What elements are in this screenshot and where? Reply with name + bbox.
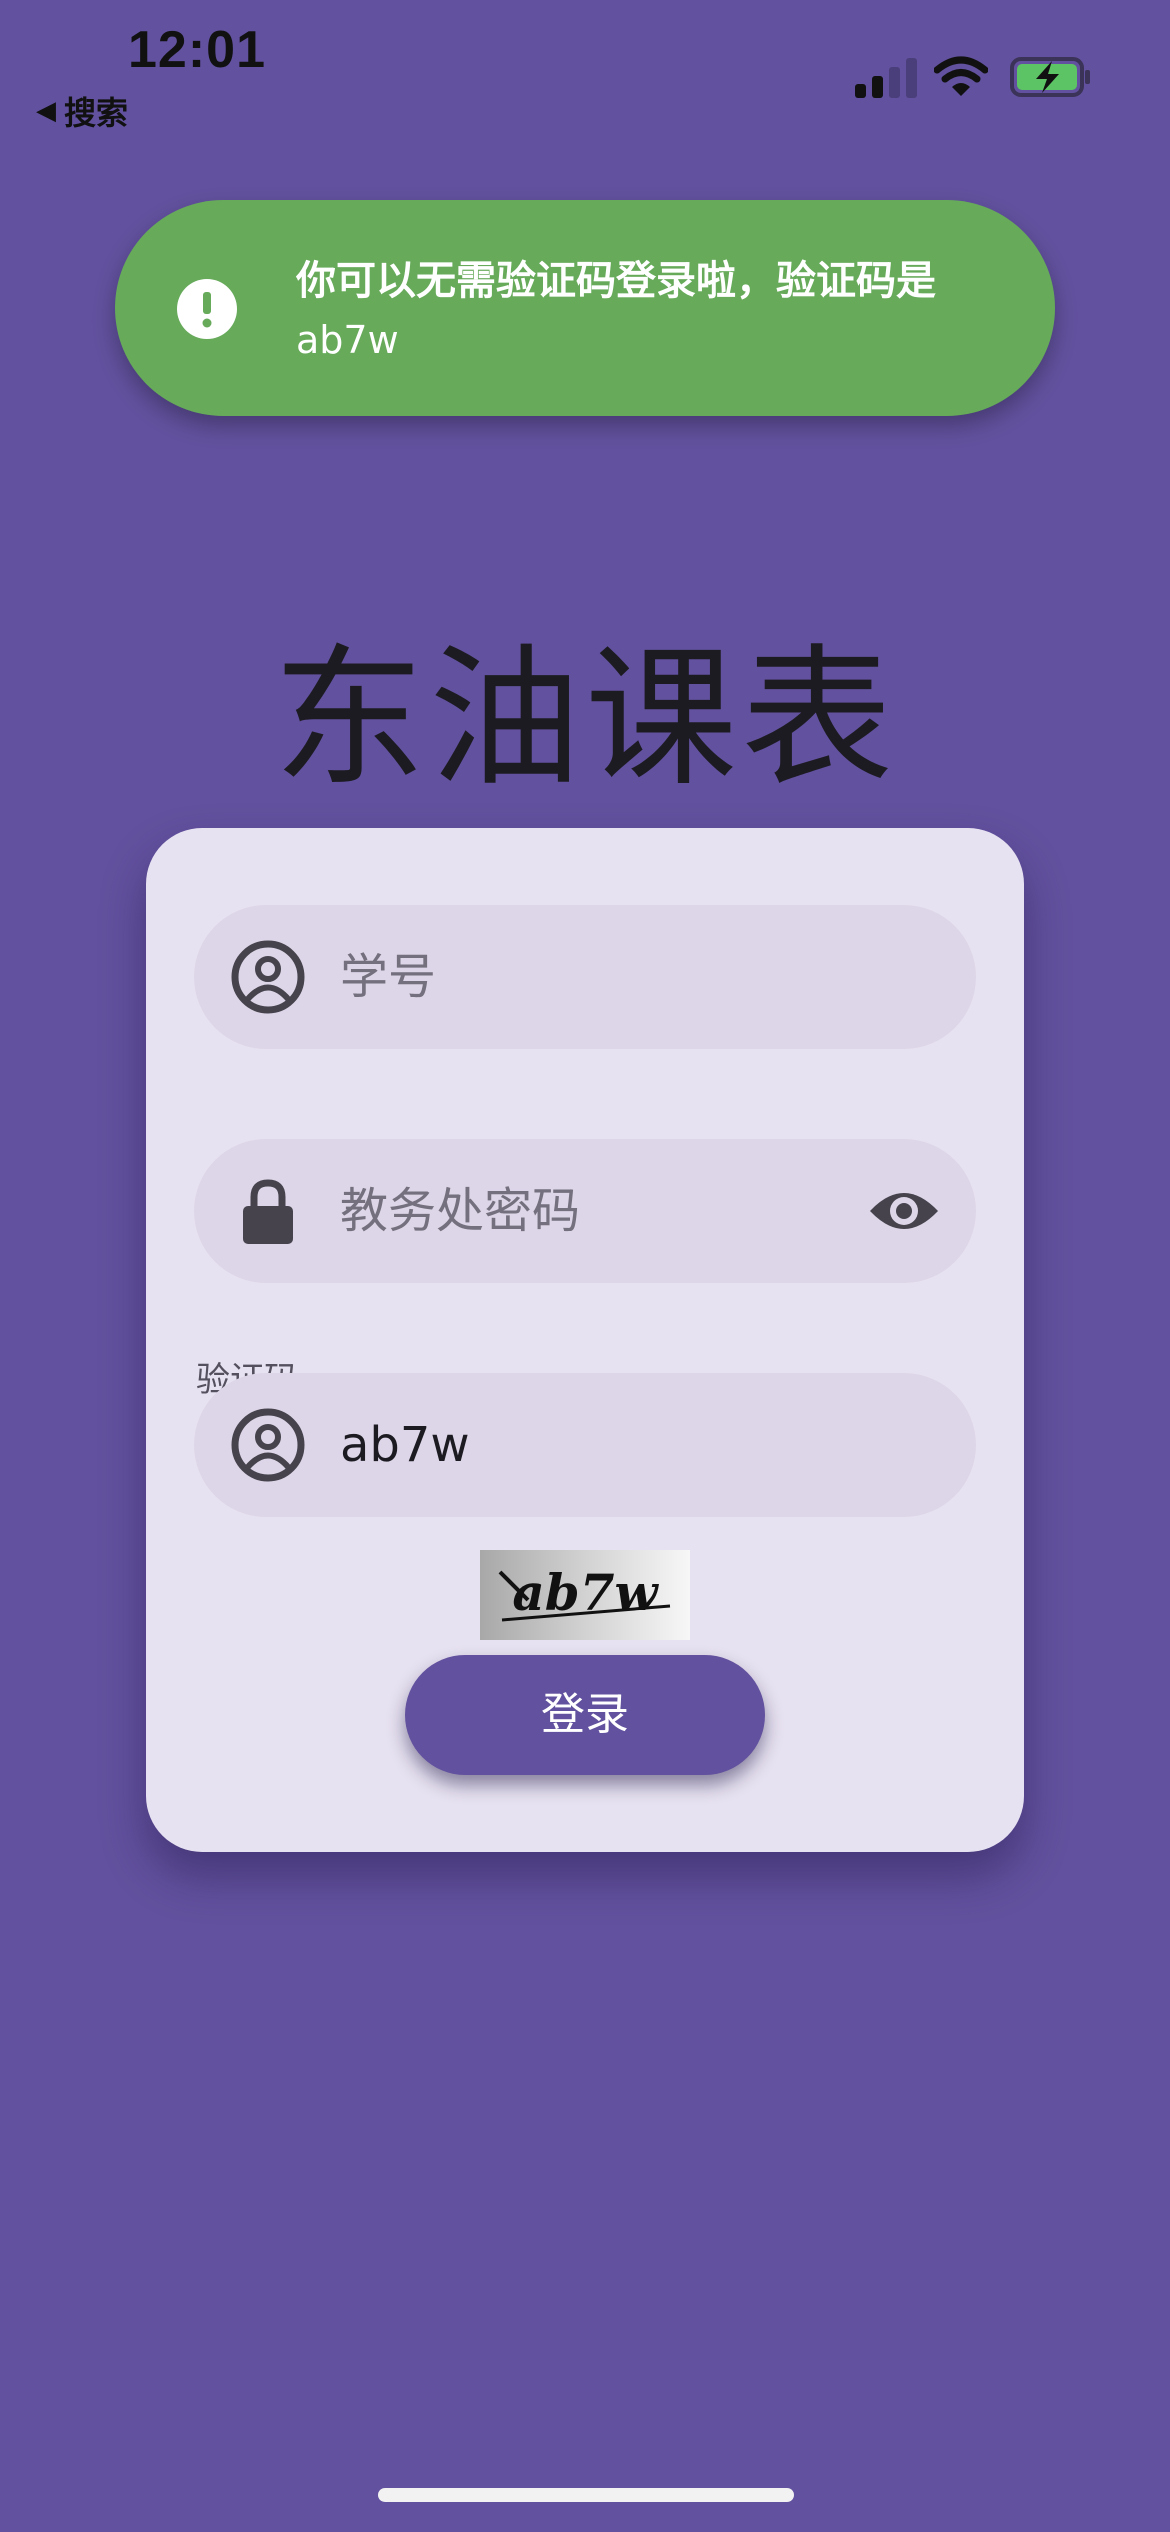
app-title: 东油课表 — [273, 630, 897, 807]
back-arrow-icon: ◀ — [36, 96, 56, 126]
captcha-image[interactable]: ab7w — [480, 1550, 690, 1640]
login-button[interactable]: 登录 — [405, 1655, 765, 1775]
student-id-placeholder: 学号 — [340, 949, 437, 1005]
account-circle-icon — [231, 1408, 305, 1482]
toast-captcha-code: ab7w — [296, 318, 399, 362]
home-indicator — [378, 2488, 794, 2502]
eye-icon[interactable] — [868, 1179, 940, 1243]
signal-icon — [855, 58, 917, 98]
notification-toast — [115, 200, 1055, 416]
back-to-search-link[interactable]: ◀ 搜索 — [36, 88, 128, 134]
password-field[interactable]: 教务处密码 — [194, 1139, 976, 1283]
captcha-field[interactable]: ab7w — [194, 1373, 976, 1517]
account-circle-icon — [231, 940, 305, 1014]
back-link-label: 搜索 — [64, 94, 129, 132]
wifi-icon — [934, 56, 988, 96]
captcha-input-value: ab7w — [340, 1417, 470, 1473]
student-id-field[interactable]: 学号 — [194, 905, 976, 1049]
toast-message: 你可以无需验证码登录啦，验证码是 — [296, 258, 936, 304]
password-placeholder: 教务处密码 — [340, 1183, 581, 1239]
battery-charging-icon — [1010, 57, 1090, 97]
alert-circle-icon — [177, 279, 237, 339]
lock-icon — [243, 1179, 293, 1244]
status-bar-time: 12:01 — [128, 21, 266, 79]
